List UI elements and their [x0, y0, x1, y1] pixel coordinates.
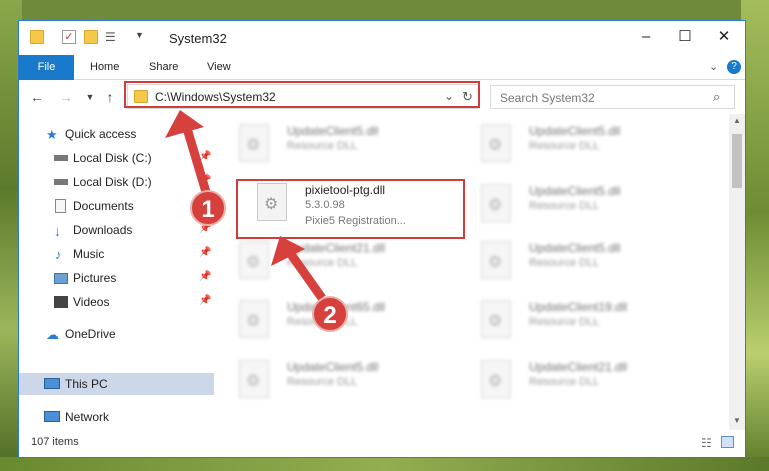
arrow-2	[271, 236, 326, 301]
arrow-1	[165, 110, 211, 194]
callout-arrows	[165, 110, 326, 301]
callout-number-2: 2	[312, 296, 348, 332]
callout-number-1: 1	[190, 190, 226, 226]
